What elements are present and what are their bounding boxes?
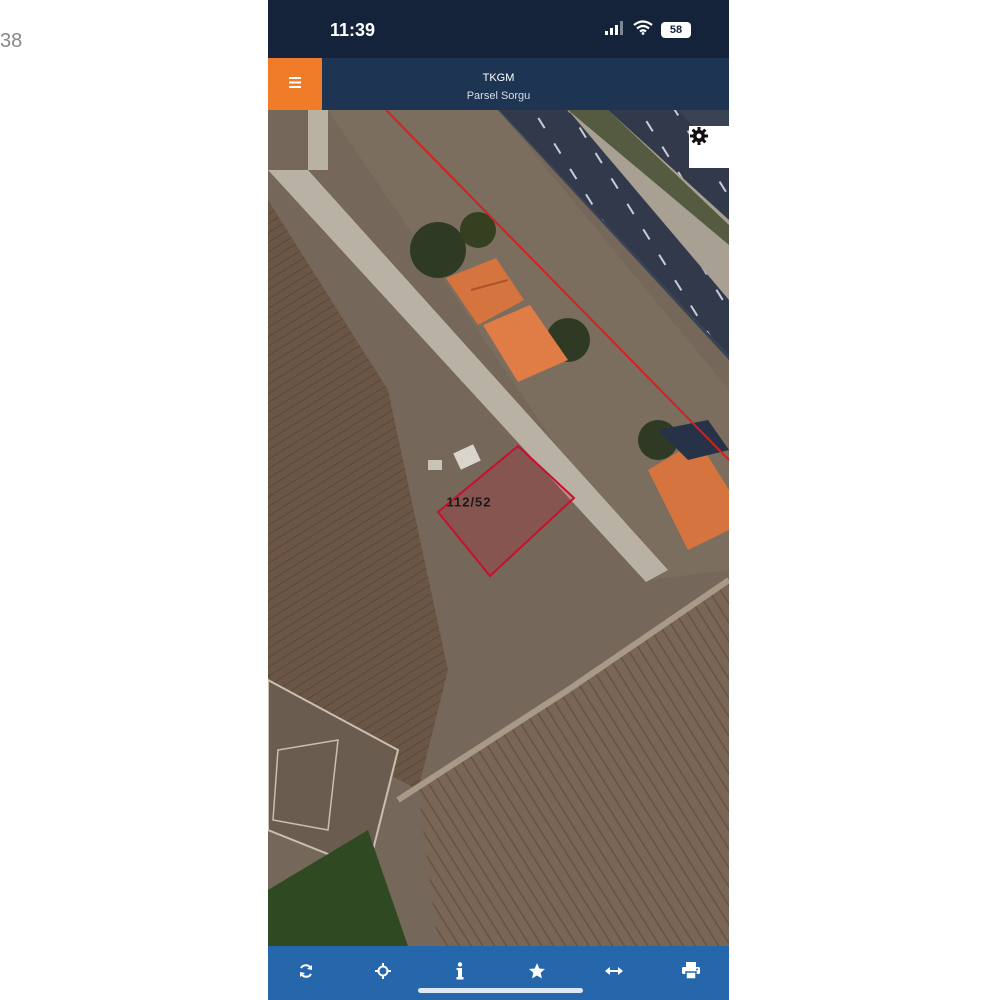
signal-icon xyxy=(605,20,625,40)
refresh-icon xyxy=(298,963,314,984)
app-header: TKGM Parsel Sorgu xyxy=(268,58,729,110)
map-settings-button[interactable] xyxy=(689,126,729,168)
app-subtitle: Parsel Sorgu xyxy=(466,90,531,102)
refresh-button[interactable] xyxy=(268,946,345,1000)
status-bar: 11:39 58 xyxy=(268,0,729,58)
map-imagery xyxy=(268,110,729,946)
menu-button[interactable] xyxy=(268,58,322,110)
measure-button[interactable] xyxy=(575,946,652,1000)
parcel-label[interactable]: 112/52 xyxy=(446,495,491,510)
edge-text-fragment: 38 xyxy=(0,30,23,52)
status-time: 11:39 xyxy=(330,20,376,40)
locate-button[interactable] xyxy=(345,946,422,1000)
phone-screen: 11:39 58 TKGM Parsel Sorgu 112/52 xyxy=(268,0,729,1000)
home-indicator[interactable] xyxy=(418,988,583,993)
info-icon xyxy=(455,961,465,985)
measure-icon xyxy=(604,964,623,982)
app-title: TKGM xyxy=(482,72,515,84)
print-icon xyxy=(681,962,700,984)
battery-icon: 58 xyxy=(661,22,691,38)
crosshair-icon xyxy=(375,962,392,984)
satellite-map[interactable]: 112/52 xyxy=(268,110,729,946)
status-icons: 58 xyxy=(605,20,691,40)
print-button[interactable] xyxy=(652,946,729,1000)
star-icon xyxy=(528,962,546,985)
wifi-icon xyxy=(633,20,653,40)
